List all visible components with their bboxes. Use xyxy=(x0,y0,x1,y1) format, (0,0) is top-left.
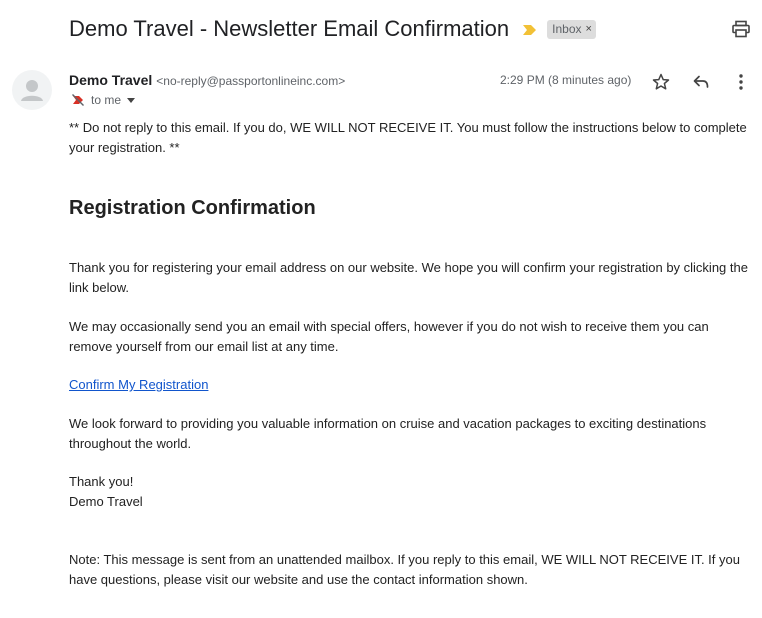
recipient-line: to me xyxy=(71,93,136,107)
look-forward-paragraph: We look forward to providing you valuabl… xyxy=(69,416,707,451)
reply-button[interactable] xyxy=(691,72,711,92)
thanks-paragraph: Thank you for registering your email add… xyxy=(69,260,748,295)
more-vertical-icon xyxy=(739,74,743,90)
sign-off: Thank you! Demo Travel xyxy=(69,472,753,511)
sender-name[interactable]: Demo Travel xyxy=(69,72,152,88)
importance-marker-icon[interactable] xyxy=(523,23,537,35)
to-me-label: to me xyxy=(91,93,122,107)
star-button[interactable] xyxy=(651,72,671,92)
remove-label-button[interactable]: × xyxy=(586,23,592,35)
subject-header: Demo Travel - Newsletter Email Confirmat… xyxy=(69,14,596,44)
printer-icon xyxy=(732,20,750,38)
reply-warning-text: ** Do not reply to this email. If you do… xyxy=(69,120,747,155)
print-button[interactable] xyxy=(731,19,751,39)
more-options-button[interactable] xyxy=(731,72,751,92)
confirm-registration-link[interactable]: Confirm My Registration xyxy=(69,375,208,395)
offers-paragraph: We may occasionally send you an email wi… xyxy=(69,319,709,354)
sender-avatar[interactable] xyxy=(12,70,52,110)
email-timestamp: 2:29 PM (8 minutes ago) xyxy=(500,73,632,87)
registration-heading: Registration Confirmation xyxy=(69,197,316,219)
thank-you-text: Thank you! xyxy=(69,474,134,489)
sender-email: <no-reply@passportonlineinc.com> xyxy=(156,74,346,88)
reply-icon xyxy=(693,75,709,88)
inbox-label-chip: Inbox × xyxy=(547,19,596,39)
not-important-icon[interactable] xyxy=(71,93,85,107)
sender-line: Demo Travel <no-reply@passportonlineinc.… xyxy=(69,72,345,88)
label-chip-text: Inbox xyxy=(552,22,582,36)
signature-text: Demo Travel xyxy=(69,493,143,509)
person-icon xyxy=(21,80,43,101)
email-view: Demo Travel - Newsletter Email Confirmat… xyxy=(0,0,762,618)
email-subject: Demo Travel - Newsletter Email Confirmat… xyxy=(69,16,510,41)
show-details-chevron-icon[interactable] xyxy=(127,97,136,103)
star-icon xyxy=(652,73,670,90)
unattended-mailbox-note: Note: This message is sent from an unatt… xyxy=(69,552,740,587)
